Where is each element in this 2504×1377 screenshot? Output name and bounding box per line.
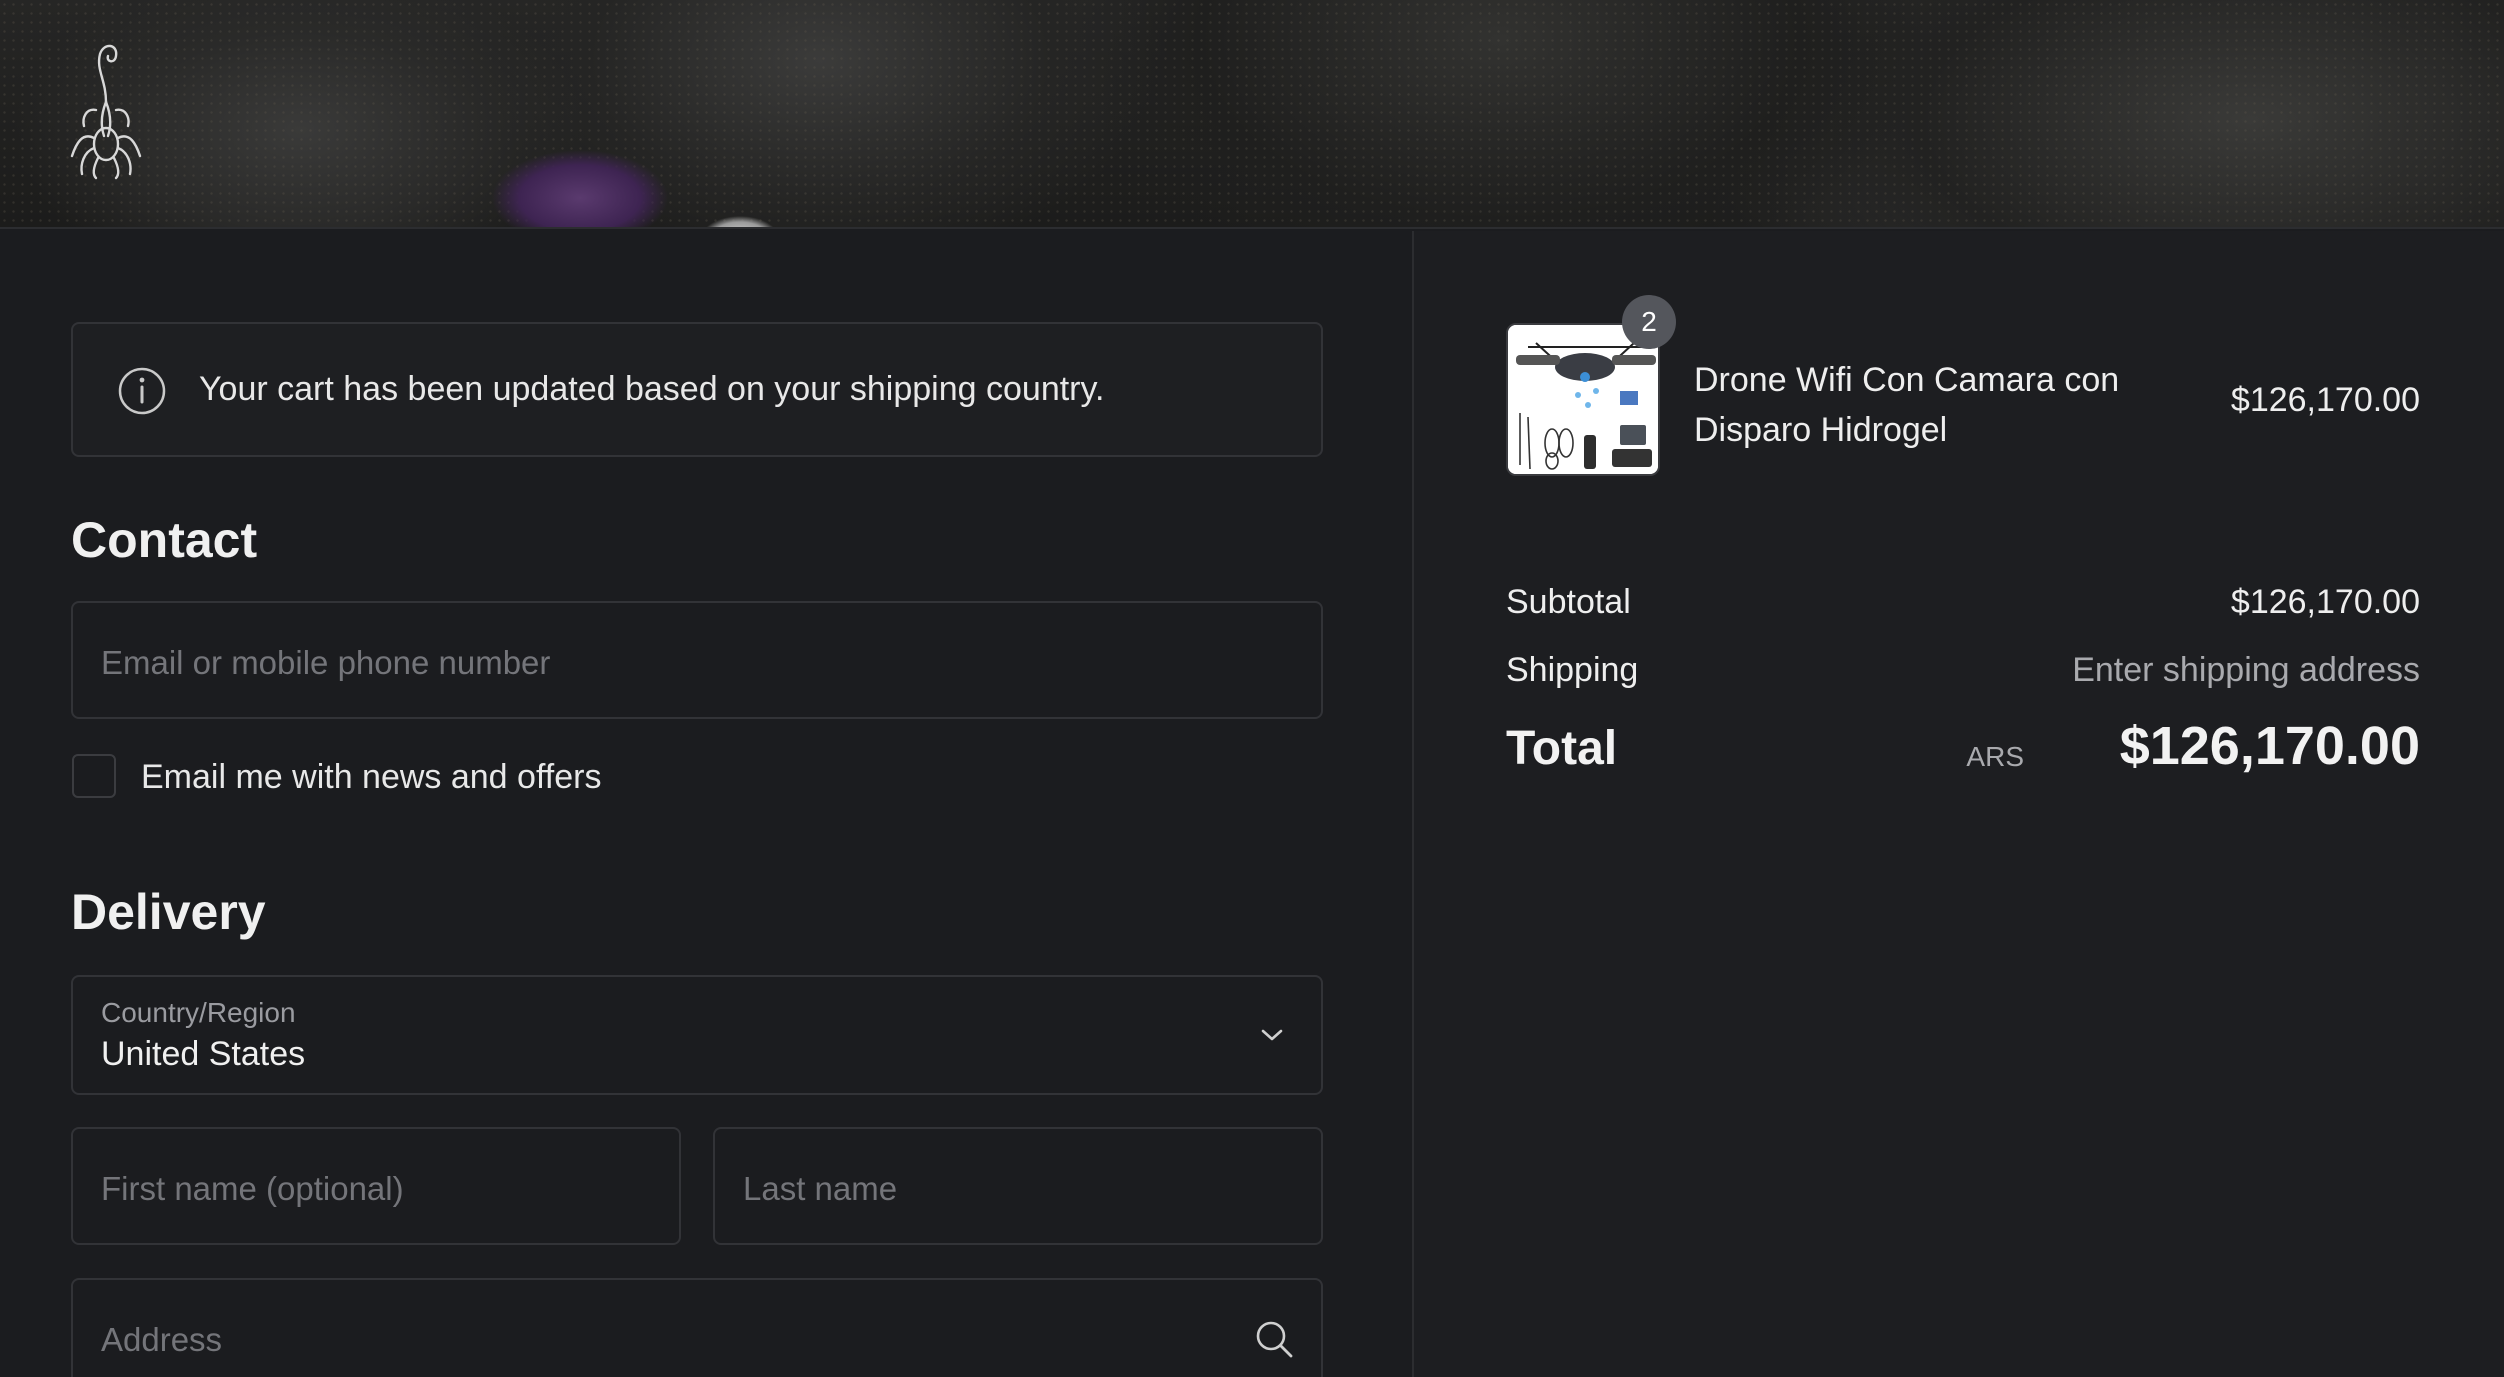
newsletter-label[interactable]: Email me with news and offers [141,758,601,797]
country-value: United States [101,1035,306,1073]
checkout-form: Your cart has been updated based on your… [0,231,1412,1377]
address-placeholder: Address [101,1321,223,1358]
total-label: Total [1506,722,1618,775]
contact-heading: Contact [71,512,258,568]
delivery-heading: Delivery [71,884,266,940]
newsletter-checkbox[interactable] [72,754,116,798]
first-name-field[interactable]: First name (optional) [71,1127,681,1245]
email-placeholder: Email or mobile phone number [101,644,551,681]
first-name-placeholder: First name (optional) [101,1170,404,1207]
scorpion-logo-icon[interactable] [66,40,146,180]
shipping-value: Enter shipping address [2072,651,2420,689]
total-value: $126,170.00 [2119,716,2420,776]
chevron-down-icon [1261,1029,1283,1041]
hero-banner [0,0,2504,229]
cart-updated-notice: Your cart has been updated based on your… [71,322,1323,457]
last-name-placeholder: Last name [743,1170,898,1207]
order-summary: 2 Drone Wifi Con Camara con Disparo Hidr… [1412,231,2504,1377]
drone-product-image [1508,325,1658,474]
quantity-badge: 2 [1622,295,1676,349]
shipping-label: Shipping [1506,651,1639,689]
banner-flower [470,138,700,227]
subtotal-label: Subtotal [1506,583,1631,621]
currency-code: ARS [1966,741,2024,772]
last-name-field[interactable]: Last name [713,1127,1323,1245]
info-icon [118,367,166,415]
banner-flower-highlight [690,200,800,227]
search-icon[interactable] [1253,1318,1295,1360]
notice-text: Your cart has been updated based on your… [199,370,1105,408]
product-price: $126,170.00 [2230,381,2420,419]
country-label: Country/Region [101,997,296,1028]
subtotal-value: $126,170.00 [2230,583,2420,621]
address-field[interactable]: Address [71,1278,1323,1377]
product-name: Drone Wifi Con Camara con Disparo Hidrog… [1694,361,2120,449]
email-field[interactable]: Email or mobile phone number [71,601,1323,719]
country-select[interactable]: Country/Region United States [71,975,1323,1095]
